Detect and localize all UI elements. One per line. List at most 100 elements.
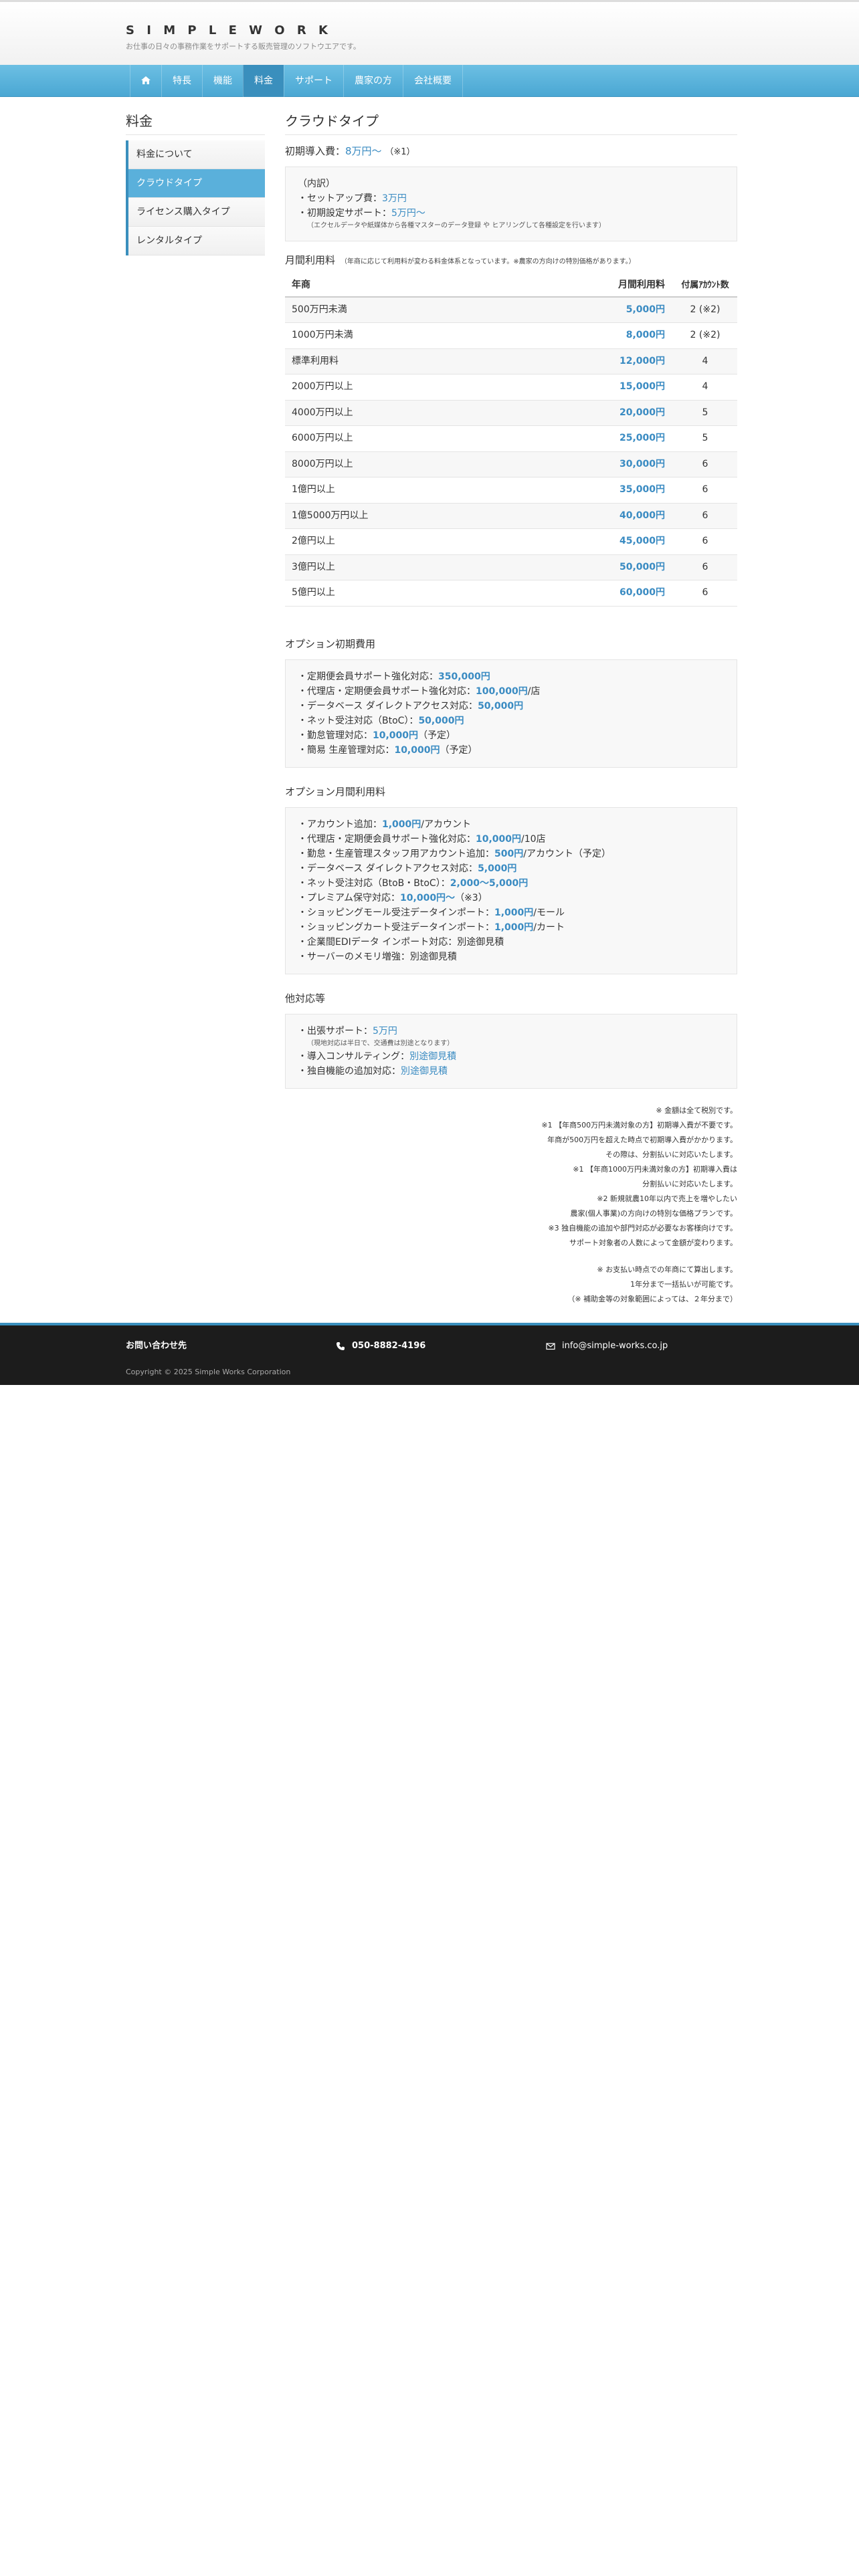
table-row: 2億円以上 45,000円 6 xyxy=(285,528,737,555)
item-suffix: （予定） xyxy=(418,730,456,741)
col-header-revenue: 年商 xyxy=(285,274,599,298)
item-suffix: /10店 xyxy=(521,833,546,845)
sidebar-item-cloud[interactable]: クラウドタイプ xyxy=(128,169,265,198)
monthly-fee-table: 年商 月間利用料 付属ｱｶｳﾝﾄ数 500万円未満 5,000円 2 (※2) 100… xyxy=(285,274,737,607)
phone-number: 050-8882-4196 xyxy=(352,1340,426,1351)
list-item: ・代理店・定期便会員サポート強化対応：100,000円/店 xyxy=(298,684,725,699)
nav-support[interactable]: サポート xyxy=(284,65,343,97)
cell-accounts: 6 xyxy=(673,554,737,581)
table-row: 5億円以上 60,000円 6 xyxy=(285,580,737,607)
cell-accounts: 6 xyxy=(673,503,737,530)
email-address: info@simple-works.co.jp xyxy=(562,1340,668,1351)
sidebar-item-rental[interactable]: レンタルタイプ xyxy=(128,227,265,255)
list-item: ・ショッピングカート受注データインポート：1,000円/カート xyxy=(298,920,725,935)
site-logo[interactable]: S I M P L E W O R K xyxy=(126,22,737,39)
item-label: ・代理店・定期便会員サポート強化対応： xyxy=(298,685,476,697)
footer-phone[interactable]: 050-8882-4196 xyxy=(336,1340,546,1352)
item-price: 50,000円 xyxy=(478,700,524,712)
footnote-line: 1年分まで一括払いが可能です。 xyxy=(630,1279,737,1289)
list-item: ・サーバーのメモリ増強：別途御見積 xyxy=(298,950,725,964)
custom-feature-price: 別途御見積 xyxy=(401,1065,448,1077)
item-price: 2,000〜5,000円 xyxy=(450,877,529,889)
item-price: 10,000円〜 xyxy=(400,892,456,903)
footnote-line: ※ お支払い時点での年商にて算出します。 xyxy=(597,1265,737,1274)
item-label: ・勤怠管理対応： xyxy=(298,730,373,741)
consulting-line: ・導入コンサルティング：別途御見積 xyxy=(298,1049,725,1064)
nav-home[interactable] xyxy=(130,65,161,97)
sidebar-item-license[interactable]: ライセンス購入タイプ xyxy=(128,198,265,227)
table-row: 6000万円以上 25,000円 5 xyxy=(285,425,737,452)
cell-revenue-tier: 1億5000万円以上 xyxy=(285,503,599,530)
support-fee-note: （エクセルデータや紙媒体から各種マスターのデータ登録 や ヒアリングして各種設定… xyxy=(307,222,606,230)
envelope-icon xyxy=(546,1343,555,1350)
nav-company[interactable]: 会社概要 xyxy=(403,65,463,97)
cell-monthly-fee: 60,000円 xyxy=(599,580,673,607)
option-initial-title: オプション初期費用 xyxy=(285,637,376,650)
footnote-line: その際は、分割払いに対応いたします。 xyxy=(605,1150,737,1159)
footnote-line: 分割払いに対応いたします。 xyxy=(642,1179,737,1188)
cell-revenue-tier: 6000万円以上 xyxy=(285,425,599,452)
cell-accounts: 6 xyxy=(673,528,737,555)
item-price: 350,000円 xyxy=(438,671,490,682)
cell-revenue-tier: 500万円未満 xyxy=(285,297,599,324)
cell-monthly-fee: 50,000円 xyxy=(599,554,673,581)
footnote-line xyxy=(285,1251,737,1263)
cell-revenue-tier: 3億円以上 xyxy=(285,554,599,581)
sidebar-item-about-pricing[interactable]: 料金について xyxy=(128,140,265,169)
nav-functions[interactable]: 機能 xyxy=(202,65,243,97)
visit-support-price: 5万円 xyxy=(373,1025,397,1037)
consulting-price: 別途御見積 xyxy=(409,1051,457,1062)
cell-monthly-fee: 5,000円 xyxy=(599,297,673,324)
table-row: 1000万円未満 8,000円 2 (※2) xyxy=(285,322,737,349)
nav-farmers[interactable]: 農家の方 xyxy=(343,65,403,97)
support-fee-label: ・初期設定サポート： xyxy=(298,208,391,219)
list-item: ・データベース ダイレクトアクセス対応：5,000円 xyxy=(298,861,725,876)
site-header: S I M P L E W O R K お仕事の日々の事務作業をサポートする販売… xyxy=(0,0,859,65)
nav-features[interactable]: 特長 xyxy=(161,65,202,97)
footnote-line: ※ 金額は全て税別です。 xyxy=(656,1105,737,1115)
item-price: 10,000円 xyxy=(476,833,522,845)
cell-monthly-fee: 15,000円 xyxy=(599,374,673,401)
footnote-line: ※1 【年商500万円未満対象の方】初期導入費が不要です。 xyxy=(541,1120,737,1130)
cell-accounts: 6 xyxy=(673,451,737,478)
cell-monthly-fee: 12,000円 xyxy=(599,348,673,375)
cell-revenue-tier: 2億円以上 xyxy=(285,528,599,555)
table-row: 2000万円以上 15,000円 4 xyxy=(285,374,737,401)
item-price: 1,000円 xyxy=(382,819,421,830)
page-title: クラウドタイプ xyxy=(285,112,737,135)
cell-monthly-fee: 20,000円 xyxy=(599,400,673,427)
table-row: 1億円以上 35,000円 6 xyxy=(285,477,737,504)
item-label: ・代理店・定期便会員サポート強化対応： xyxy=(298,833,476,845)
cell-revenue-tier: 1億円以上 xyxy=(285,477,599,504)
item-label: ・ネット受注対応（BtoB・BtoC）： xyxy=(298,877,450,889)
monthly-fee-heading: 月間利用料 （年商に応じて利用料が変わる料金体系となっています。※農家の方向けの特… xyxy=(285,253,737,267)
monthly-fee-note: （年商に応じて利用料が変わる料金体系となっています。※農家の方向けの特別価格があ… xyxy=(341,258,636,266)
setup-fee-line: ・セットアップ費：3万円 xyxy=(298,191,725,206)
footer-email[interactable]: info@simple-works.co.jp xyxy=(546,1340,668,1352)
main-nav: 特長 機能 料金 サポート 農家の方 会社概要 xyxy=(0,65,859,97)
list-item: ・プレミアム保守対応：10,000円〜（※3） xyxy=(298,891,725,905)
cell-monthly-fee: 25,000円 xyxy=(599,425,673,452)
footnote-line: ※1 【年商1000万円未満対象の方】初期導入費は xyxy=(573,1164,737,1174)
footnote-line: 年商が500万円を超えた時点で初期導入費がかかります。 xyxy=(547,1135,737,1144)
item-label: ・ネット受注対応（BtoC）： xyxy=(298,715,419,726)
item-label: ・データベース ダイレクトアクセス対応： xyxy=(298,700,478,712)
table-row: 標準利用料 12,000円 4 xyxy=(285,348,737,375)
item-suffix: /アカウント xyxy=(421,819,472,830)
option-monthly-box: ・アカウント追加：1,000円/アカウント・代理店・定期便会員サポート強化対応：… xyxy=(285,807,737,974)
footnote-line: ※2 新規就農10年以内で売上を増やしたい xyxy=(597,1194,737,1203)
cell-accounts: 5 xyxy=(673,425,737,452)
footnote-line: （※ 補助金等の対象範囲によっては、２年分まで） xyxy=(567,1294,737,1303)
custom-feature-label: ・独自機能の追加対応： xyxy=(298,1065,401,1077)
monthly-fee-title: 月間利用料 xyxy=(285,254,336,267)
nav-pricing[interactable]: 料金 xyxy=(243,65,284,97)
item-price: 10,000円 xyxy=(394,744,440,756)
item-label: ・ショッピングモール受注データインポート： xyxy=(298,907,494,918)
cell-monthly-fee: 40,000円 xyxy=(599,503,673,530)
list-item: ・勤怠管理対応：10,000円（予定） xyxy=(298,728,725,743)
item-suffix: /カート xyxy=(533,922,565,933)
item-label: ・アカウント追加： xyxy=(298,819,382,830)
initial-fee: 初期導入費：8万円〜 （※1） xyxy=(285,144,737,158)
visit-support-note: （現地対応は半日で、交通費は別途となります） xyxy=(307,1039,454,1047)
list-item: ・データベース ダイレクトアクセス対応：50,000円 xyxy=(298,699,725,714)
